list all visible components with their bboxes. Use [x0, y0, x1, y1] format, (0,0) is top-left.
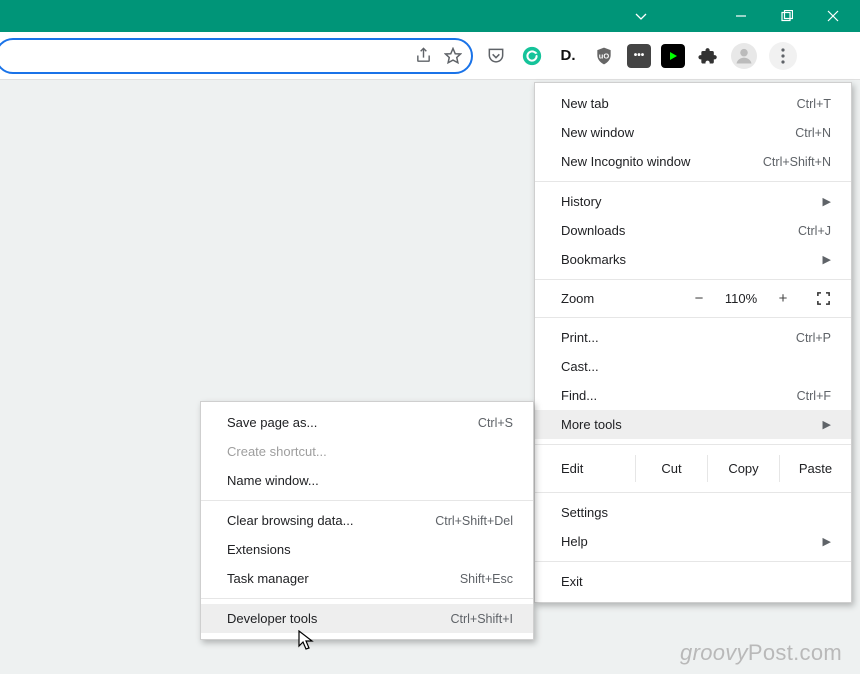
menu-cast[interactable]: Cast...: [535, 352, 851, 381]
ublock-icon[interactable]: uO: [591, 43, 617, 69]
chrome-main-menu: New tabCtrl+T New windowCtrl+N New Incog…: [534, 82, 852, 603]
submenu-extensions[interactable]: Extensions: [201, 535, 533, 564]
window-titlebar: [0, 0, 860, 32]
tab-dropdown-icon[interactable]: [624, 0, 658, 32]
edit-paste[interactable]: Paste: [779, 455, 851, 482]
watermark-text: groovyPost.com: [680, 640, 842, 666]
extension-d-icon[interactable]: D.: [555, 43, 581, 69]
menu-more-tools[interactable]: More tools▶: [535, 410, 851, 439]
zoom-in-button[interactable]: +: [765, 290, 801, 307]
browser-toolbar: D. uO •••: [0, 32, 860, 80]
menu-print[interactable]: Print...Ctrl+P: [535, 323, 851, 352]
fullscreen-icon[interactable]: [809, 291, 837, 306]
edit-cut[interactable]: Cut: [635, 455, 707, 482]
menu-find[interactable]: Find...Ctrl+F: [535, 381, 851, 410]
minimize-button[interactable]: [718, 0, 764, 32]
zoom-out-button[interactable]: −: [681, 290, 717, 307]
chevron-right-icon: ▶: [823, 253, 831, 266]
submenu-create-shortcut: Create shortcut...: [201, 437, 533, 466]
chrome-menu-button[interactable]: [769, 42, 797, 70]
submenu-task-manager[interactable]: Task managerShift+Esc: [201, 564, 533, 593]
profile-avatar[interactable]: [731, 43, 757, 69]
menu-zoom: Zoom − 110% +: [535, 285, 851, 312]
chevron-right-icon: ▶: [823, 535, 831, 548]
submenu-clear-data[interactable]: Clear browsing data...Ctrl+Shift+Del: [201, 506, 533, 535]
chevron-right-icon: ▶: [823, 418, 831, 431]
menu-settings[interactable]: Settings: [535, 498, 851, 527]
extension-play-icon[interactable]: [661, 44, 685, 68]
submenu-name-window[interactable]: Name window...: [201, 466, 533, 495]
menu-history[interactable]: History▶: [535, 187, 851, 216]
menu-new-tab[interactable]: New tabCtrl+T: [535, 89, 851, 118]
menu-new-window[interactable]: New windowCtrl+N: [535, 118, 851, 147]
share-icon[interactable]: [413, 46, 433, 66]
menu-edit: Edit Cut Copy Paste: [535, 450, 851, 487]
pocket-icon[interactable]: [483, 43, 509, 69]
close-button[interactable]: [810, 0, 856, 32]
chevron-right-icon: ▶: [823, 195, 831, 208]
zoom-value: 110%: [717, 291, 765, 306]
grammarly-icon[interactable]: [519, 43, 545, 69]
extension-dots-icon[interactable]: •••: [627, 44, 651, 68]
more-tools-submenu: Save page as...Ctrl+S Create shortcut...…: [200, 401, 534, 640]
submenu-developer-tools[interactable]: Developer toolsCtrl+Shift+I: [201, 604, 533, 633]
edit-copy[interactable]: Copy: [707, 455, 779, 482]
svg-text:uO: uO: [599, 51, 610, 60]
submenu-save-page[interactable]: Save page as...Ctrl+S: [201, 408, 533, 437]
address-bar[interactable]: [0, 38, 473, 74]
menu-new-incognito[interactable]: New Incognito windowCtrl+Shift+N: [535, 147, 851, 176]
maximize-button[interactable]: [764, 0, 810, 32]
star-icon[interactable]: [443, 46, 463, 66]
menu-downloads[interactable]: DownloadsCtrl+J: [535, 216, 851, 245]
menu-help[interactable]: Help▶: [535, 527, 851, 556]
menu-bookmarks[interactable]: Bookmarks▶: [535, 245, 851, 274]
extensions-puzzle-icon[interactable]: [695, 43, 721, 69]
menu-exit[interactable]: Exit: [535, 567, 851, 596]
